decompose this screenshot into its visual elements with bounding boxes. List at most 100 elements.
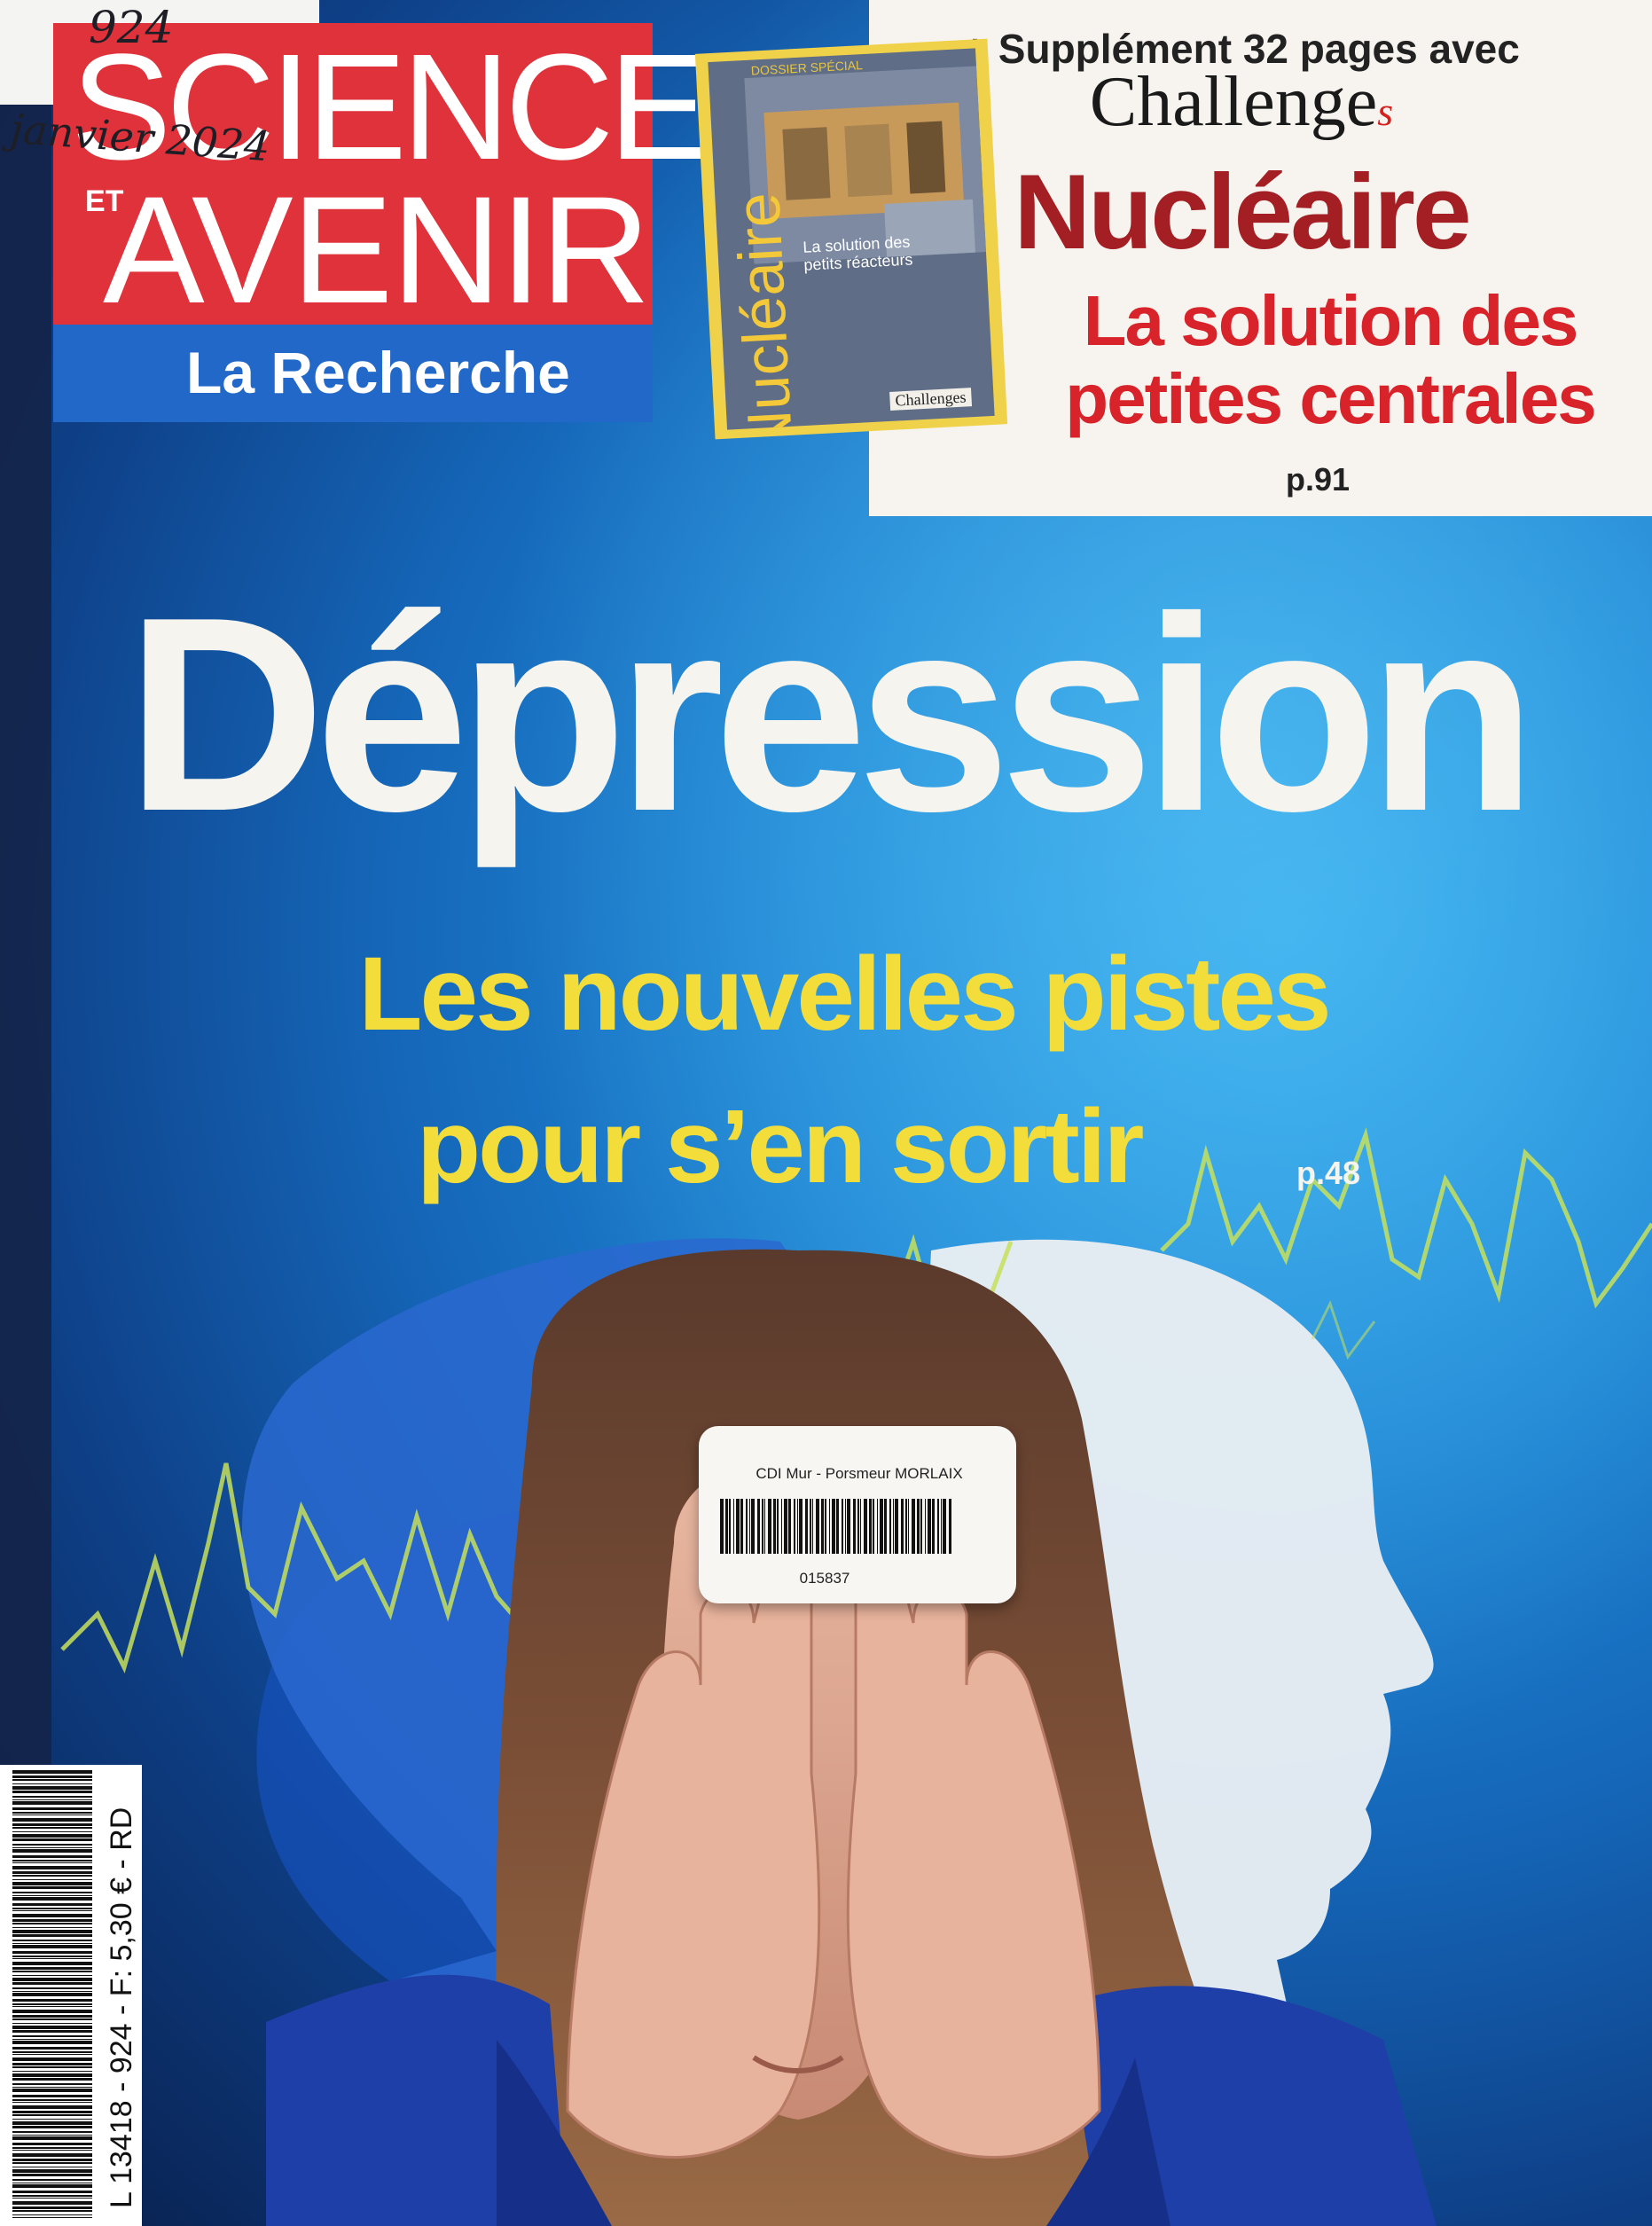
barcode-bar bbox=[912, 1499, 915, 1554]
barcode-bar bbox=[12, 1775, 92, 1778]
supplement-brand-suffix: s bbox=[1377, 89, 1394, 134]
barcode-bar bbox=[853, 1499, 856, 1554]
barcode-bar bbox=[12, 1978, 92, 1981]
barcode-bar bbox=[12, 2105, 92, 2109]
barcode-bar bbox=[12, 1892, 92, 1893]
barcode-bar bbox=[12, 1855, 92, 1858]
barcode-bar bbox=[842, 1499, 843, 1554]
barcode-bar bbox=[12, 2018, 92, 2020]
barcode-bar bbox=[908, 1499, 909, 1554]
barcode-bar bbox=[12, 1927, 92, 1928]
barcode-bar bbox=[12, 2121, 92, 2125]
barcode-bar bbox=[12, 1962, 92, 1965]
barcode-bar bbox=[812, 1499, 813, 1554]
barcode-bar bbox=[12, 2099, 92, 2101]
barcode-bar bbox=[773, 1499, 776, 1554]
barcode-bar bbox=[12, 2006, 92, 2007]
barcode-bar bbox=[12, 1834, 92, 1838]
supplement-subtitle: La solution des petites centrales bbox=[1029, 282, 1632, 438]
barcode-bar bbox=[12, 2102, 92, 2103]
barcode-bar bbox=[12, 1791, 92, 1793]
subheadline-page-ref: p.48 bbox=[1296, 1155, 1361, 1191]
barcode-bar bbox=[869, 1499, 872, 1554]
barcode-bar bbox=[768, 1499, 771, 1554]
barcode-bar bbox=[901, 1499, 904, 1554]
barcode-bar bbox=[12, 2217, 92, 2218]
barcode-bar bbox=[12, 1823, 92, 1826]
barcode-bar bbox=[12, 2162, 92, 2164]
barcode-bar bbox=[12, 1812, 92, 1814]
barcode-bar bbox=[845, 1499, 846, 1554]
barcode-bar bbox=[12, 2035, 92, 2037]
barcode-bar bbox=[12, 1886, 92, 1889]
barcode-bar bbox=[825, 1499, 826, 1554]
barcode-bar bbox=[932, 1499, 935, 1554]
barcode-bar bbox=[12, 1987, 92, 1989]
barcode-bar bbox=[12, 1967, 92, 1970]
barcode-bar bbox=[12, 2051, 92, 2053]
barcode-bar bbox=[781, 1499, 782, 1554]
barcode-bar bbox=[12, 1786, 92, 1790]
barcode-bar bbox=[836, 1499, 839, 1554]
barcode-bar bbox=[905, 1499, 907, 1554]
barcode-bar bbox=[12, 2071, 92, 2072]
barcode-bar bbox=[12, 2150, 92, 2151]
barcode-bar bbox=[12, 1818, 92, 1822]
barcode-bar bbox=[12, 2063, 92, 2065]
barcode-bar bbox=[12, 1779, 92, 1781]
barcode-bar bbox=[12, 1943, 92, 1944]
barcode-bar bbox=[12, 1951, 92, 1954]
barcode-bar bbox=[12, 1871, 92, 1874]
barcode-bar bbox=[746, 1499, 748, 1554]
barcode-bar bbox=[12, 1897, 92, 1901]
barcode-bar bbox=[777, 1499, 779, 1554]
barcode-bar bbox=[762, 1499, 763, 1554]
thumbnail-subtitle: La solution des petits réacteurs bbox=[802, 232, 913, 274]
barcode-bar bbox=[12, 2135, 92, 2136]
library-barcode bbox=[720, 1499, 951, 1554]
barcode-bar bbox=[12, 1914, 92, 1917]
barcode-bar bbox=[12, 2198, 92, 2199]
barcode-bar bbox=[12, 2023, 92, 2024]
barcode-bar bbox=[12, 1875, 92, 1877]
barcode-bar bbox=[788, 1499, 791, 1554]
barcode-bar bbox=[857, 1499, 859, 1554]
barcode-bar bbox=[12, 2047, 92, 2050]
barcode-bar bbox=[895, 1499, 898, 1554]
barcode-bar bbox=[877, 1499, 878, 1554]
barcode-bar bbox=[720, 1499, 724, 1554]
barcode-bar bbox=[873, 1499, 874, 1554]
barcode-bar bbox=[832, 1499, 835, 1554]
thumbnail-cover: DOSSIER SPÉCIAL Nucléaire La solution de… bbox=[708, 48, 995, 430]
barcode-bar bbox=[797, 1499, 798, 1554]
barcode-bar bbox=[12, 2179, 92, 2181]
barcode-bar bbox=[12, 2131, 92, 2133]
barcode-bar bbox=[12, 2026, 92, 2029]
barcode-bar bbox=[12, 2039, 92, 2040]
barcode-bar bbox=[749, 1499, 750, 1554]
barcode-bar bbox=[12, 1860, 92, 1862]
barcode-bar bbox=[12, 1991, 92, 1992]
barcode-bar bbox=[12, 2214, 92, 2215]
barcode-bar bbox=[920, 1499, 922, 1554]
barcode-bar bbox=[751, 1499, 755, 1554]
barcode-bar bbox=[12, 2054, 92, 2055]
barcode-bar bbox=[12, 2066, 92, 2068]
barcode-bar bbox=[12, 1910, 92, 1911]
masthead-avenir: AVENIR bbox=[103, 165, 651, 335]
barcode-bar bbox=[12, 1783, 92, 1784]
barcode-bar bbox=[12, 1838, 92, 1841]
barcode-bar bbox=[847, 1499, 850, 1554]
retail-barcode-text: L 13418 - 924 - F: 5,30 € - RD bbox=[105, 1807, 138, 2208]
supplement-brand-name: Challenge bbox=[1089, 63, 1378, 141]
barcode-bar bbox=[12, 2153, 92, 2157]
barcode-bar bbox=[12, 2114, 92, 2116]
barcode-bar bbox=[917, 1499, 920, 1554]
barcode-bar bbox=[12, 1982, 92, 1985]
barcode-bar bbox=[12, 1827, 92, 1829]
barcode-bar bbox=[12, 2206, 92, 2209]
barcode-bar bbox=[764, 1499, 765, 1554]
barcode-bar bbox=[12, 1796, 92, 1798]
barcode-bar bbox=[925, 1499, 926, 1554]
barcode-bar bbox=[12, 1945, 92, 1948]
